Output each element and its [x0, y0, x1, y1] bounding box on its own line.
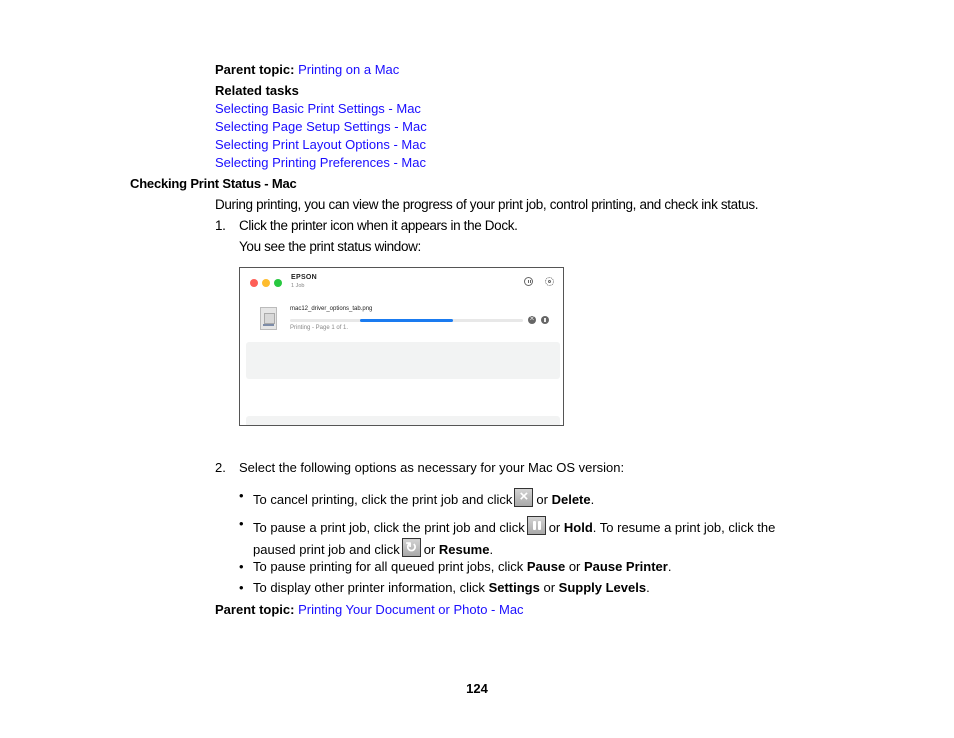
file-thumbnail-icon [260, 307, 277, 330]
step-2-number: 2. [215, 460, 226, 475]
parent-topic-top: Parent topic: Printing on a Mac [215, 62, 399, 78]
step-1-result: You see the print status window: [239, 239, 421, 254]
bullet-bold: Supply Levels [558, 580, 647, 595]
empty-panel [246, 416, 560, 425]
job-count: 1 Job [291, 283, 305, 289]
parent-topic-label: Parent topic: [215, 62, 295, 77]
job-progress-fill [359, 319, 454, 322]
settings-gear-icon[interactable] [545, 277, 554, 286]
parent-topic-bottom: Parent topic: Printing Your Document or … [215, 602, 524, 618]
step-1-number: 1. [215, 218, 226, 233]
bullet-bold: Pause [526, 559, 566, 574]
related-task-link[interactable]: Selecting Basic Print Settings - Mac [215, 101, 421, 117]
window-close-button[interactable] [250, 279, 258, 287]
print-status-window: EPSON 1 Job mac12_driver_options_tab.png… [239, 267, 564, 426]
related-task-link[interactable]: Selecting Page Setup Settings - Mac [215, 119, 427, 135]
bullet-marker: • [239, 488, 244, 503]
hold-job-icon[interactable] [541, 316, 549, 324]
section-intro: During printing, you can view the progre… [215, 197, 759, 212]
related-task-link[interactable]: Selecting Printing Preferences - Mac [215, 155, 426, 171]
window-zoom-button[interactable] [274, 279, 282, 287]
bullet-bold: Delete [551, 492, 591, 507]
page-number: 124 [466, 681, 488, 696]
step-1-text: Click the printer icon when it appears i… [239, 218, 518, 233]
bullet-text: To pause a print job, click the print jo… [253, 520, 525, 535]
bullet-post: . [590, 492, 595, 507]
bullet-post: . To resume a print job, click the [592, 520, 776, 535]
bullet-text: paused print job and click [253, 542, 400, 557]
related-tasks-heading: Related tasks [215, 83, 299, 98]
pause-icon [526, 516, 546, 535]
bullet-or: or [548, 520, 561, 535]
cancel-icon [514, 488, 534, 507]
bullet-settings: To display other printer information, cl… [253, 580, 650, 596]
job-status-text: Printing - Page 1 of 1. [290, 325, 349, 331]
bullet-text: To cancel printing, click the print job … [253, 492, 513, 507]
bullet-bold: Settings [488, 580, 540, 595]
bullet-or: or [543, 580, 556, 595]
bullet-marker: • [239, 580, 244, 595]
resume-icon [401, 538, 421, 557]
bullet-post: . [489, 542, 494, 557]
bullet-pause-job-line2: paused print job and click or Resume. [253, 538, 493, 558]
parent-topic-link[interactable]: Printing Your Document or Photo - Mac [298, 602, 523, 617]
bullet-text: To display other printer information, cl… [253, 580, 485, 595]
related-task-link[interactable]: Selecting Print Layout Options - Mac [215, 137, 426, 153]
bullet-bold: Resume [438, 542, 490, 557]
bullet-bold: Hold [563, 520, 593, 535]
cancel-job-icon[interactable] [528, 313, 536, 325]
bullet-or: or [423, 542, 436, 557]
bullet-post: . [646, 580, 650, 595]
window-minimize-button[interactable] [262, 279, 270, 287]
bullet-pause-printer: To pause printing for all queued print j… [253, 559, 671, 575]
job-progress-bar [290, 319, 523, 322]
parent-topic-label: Parent topic: [215, 602, 295, 617]
empty-panel [246, 342, 560, 379]
section-title: Checking Print Status - Mac [130, 176, 297, 191]
parent-topic-link[interactable]: Printing on a Mac [298, 62, 399, 77]
bullet-or: or [536, 492, 548, 507]
job-file-name: mac12_driver_options_tab.png [290, 306, 373, 312]
bullet-cancel: To cancel printing, click the print job … [253, 488, 594, 508]
bullet-post: . [667, 559, 672, 574]
bullet-marker: • [239, 516, 244, 531]
bullet-or: or [568, 559, 581, 574]
pause-printer-icon[interactable] [524, 277, 533, 286]
bullet-marker: • [239, 559, 244, 574]
bullet-pause-job: To pause a print job, click the print jo… [253, 516, 775, 536]
step-2-text: Select the following options as necessar… [239, 460, 625, 475]
printer-name: EPSON [291, 274, 318, 281]
bullet-bold: Pause Printer [584, 559, 668, 574]
bullet-text: To pause printing for all queued print j… [253, 559, 524, 574]
